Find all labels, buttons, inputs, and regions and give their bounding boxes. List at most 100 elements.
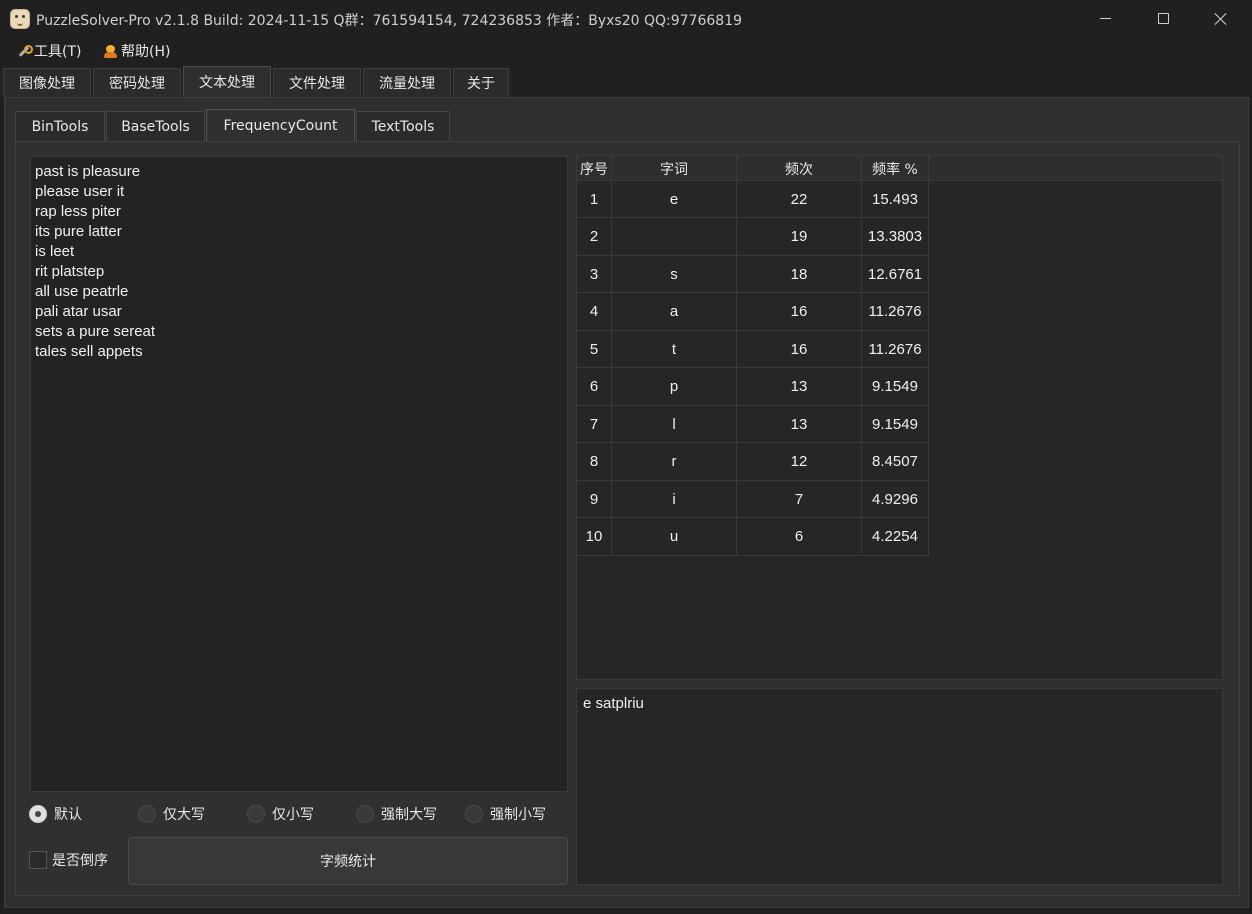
- cell-index: 8: [577, 443, 612, 481]
- cell-frequency: 8.4507: [862, 443, 929, 481]
- input-line: all use peatrle: [35, 283, 129, 300]
- input-line: sets a pure sereat: [35, 323, 156, 340]
- menu-help[interactable]: 帮助(H): [103, 41, 170, 61]
- column-header-index[interactable]: 序号: [577, 156, 612, 181]
- wrench-icon: [16, 44, 33, 59]
- tab-basetools[interactable]: BaseTools: [106, 111, 205, 141]
- checkbox-indicator: [29, 851, 47, 869]
- radio-force-lower-label: 强制小写: [490, 807, 546, 823]
- cell-frequency: 15.493: [862, 181, 929, 218]
- tab-text-processing[interactable]: 文本处理: [183, 66, 271, 97]
- cell-frequency: 4.9296: [862, 481, 929, 518]
- cell-index: 2: [577, 218, 612, 256]
- reverse-order-label: 是否倒序: [52, 853, 108, 869]
- cell-frequency: 9.1549: [862, 406, 929, 443]
- tab-frequencycount[interactable]: FrequencyCount: [206, 109, 355, 141]
- input-line: past is pleasure: [35, 163, 141, 180]
- input-line: rap less piter: [35, 203, 121, 220]
- cell-count: 13: [737, 368, 862, 406]
- help-icon: [103, 44, 118, 59]
- column-header-frequency[interactable]: 频率 %: [862, 156, 929, 181]
- cell-token: e: [612, 181, 737, 218]
- minimize-button[interactable]: [1076, 0, 1134, 37]
- radio-default-label: 默认: [54, 807, 82, 823]
- cell-token: [612, 218, 737, 256]
- radio-only-upper[interactable]: 仅大写: [138, 804, 205, 824]
- window-title: PuzzleSolver-Pro v2.1.8 Build: 2024-11-1…: [36, 13, 743, 29]
- radio-force-lower[interactable]: 强制小写: [465, 804, 546, 824]
- cell-index: 1: [577, 181, 612, 218]
- cell-index: 7: [577, 406, 612, 443]
- cell-index: 10: [577, 518, 612, 556]
- menu-help-label: 帮助(H): [121, 44, 171, 60]
- tab-about[interactable]: 关于: [453, 68, 509, 97]
- radio-indicator: [138, 805, 156, 823]
- tab-bintools[interactable]: BinTools: [15, 111, 105, 141]
- radio-indicator: [247, 805, 265, 823]
- radio-only-lower-label: 仅小写: [272, 807, 314, 823]
- cell-token: a: [612, 293, 737, 331]
- menu-tools[interactable]: 工具(T): [16, 41, 81, 61]
- cell-index: 9: [577, 481, 612, 518]
- cell-index: 6: [577, 368, 612, 406]
- cell-index: 3: [577, 256, 612, 293]
- close-button[interactable]: [1192, 0, 1250, 37]
- tab-image-processing[interactable]: 图像处理: [3, 68, 91, 97]
- cell-frequency: 11.2676: [862, 293, 929, 331]
- cell-count: 16: [737, 331, 862, 368]
- tab-file-processing[interactable]: 文件处理: [273, 68, 361, 97]
- cell-count: 16: [737, 293, 862, 331]
- input-line: pali atar usar: [35, 303, 122, 320]
- cell-count: 7: [737, 481, 862, 518]
- tab-traffic-processing[interactable]: 流量处理: [363, 68, 451, 97]
- radio-only-upper-label: 仅大写: [163, 807, 205, 823]
- cell-frequency: 13.3803: [862, 218, 929, 256]
- cell-count: 12: [737, 443, 862, 481]
- frequency-count-button[interactable]: 字频统计: [128, 837, 568, 885]
- cell-token: p: [612, 368, 737, 406]
- radio-indicator-checked: [29, 805, 47, 823]
- menu-bar: 工具(T) 帮助(H): [0, 37, 1252, 65]
- column-header-token[interactable]: 字词: [612, 156, 737, 181]
- input-line: is leet: [35, 243, 75, 260]
- maximize-button[interactable]: [1134, 0, 1192, 37]
- cell-index: 5: [577, 331, 612, 368]
- cell-token: s: [612, 256, 737, 293]
- cell-frequency: 12.6761: [862, 256, 929, 293]
- reverse-order-checkbox[interactable]: 是否倒序: [29, 850, 108, 870]
- cell-token: l: [612, 406, 737, 443]
- tab-cipher-processing[interactable]: 密码处理: [93, 68, 181, 97]
- cell-count: 6: [737, 518, 862, 556]
- input-line: rit platstep: [35, 263, 105, 280]
- result-textarea[interactable]: e satplriu: [576, 688, 1223, 885]
- column-header-count[interactable]: 频次: [737, 156, 862, 181]
- menu-tools-label: 工具(T): [34, 44, 82, 60]
- radio-force-upper[interactable]: 强制大写: [356, 804, 437, 824]
- input-textarea[interactable]: past is pleasure please user it rap less…: [30, 156, 568, 792]
- close-icon: [1214, 12, 1228, 26]
- app-logo-icon: [10, 9, 30, 29]
- radio-only-lower[interactable]: 仅小写: [247, 804, 314, 824]
- main-tab-bar: 图像处理 密码处理 文本处理 文件处理 流量处理 关于: [0, 66, 1252, 97]
- cell-count: 13: [737, 406, 862, 443]
- radio-force-upper-label: 强制大写: [381, 807, 437, 823]
- input-line: tales sell appets: [35, 343, 143, 360]
- cell-token: i: [612, 481, 737, 518]
- frequency-table[interactable]: 序号 字词 频次 频率 % 1 e 22 15.493 2 19 13.3803 3 s 18 12…: [576, 155, 1223, 680]
- tab-texttools[interactable]: TextTools: [356, 111, 450, 141]
- cell-token: r: [612, 443, 737, 481]
- minimize-icon: [1099, 18, 1111, 19]
- title-bar: PuzzleSolver-Pro v2.1.8 Build: 2024-11-1…: [0, 0, 1252, 37]
- cell-index: 4: [577, 293, 612, 331]
- cell-token: t: [612, 331, 737, 368]
- input-line: its pure latter: [35, 223, 122, 240]
- cell-count: 22: [737, 181, 862, 218]
- radio-indicator: [356, 805, 374, 823]
- cell-frequency: 11.2676: [862, 331, 929, 368]
- input-line: please user it: [35, 183, 125, 200]
- cell-count: 19: [737, 218, 862, 256]
- table-header: 序号 字词 频次 频率 %: [577, 156, 1222, 181]
- cell-frequency: 4.2254: [862, 518, 929, 556]
- cell-frequency: 9.1549: [862, 368, 929, 406]
- radio-default[interactable]: 默认: [29, 804, 82, 824]
